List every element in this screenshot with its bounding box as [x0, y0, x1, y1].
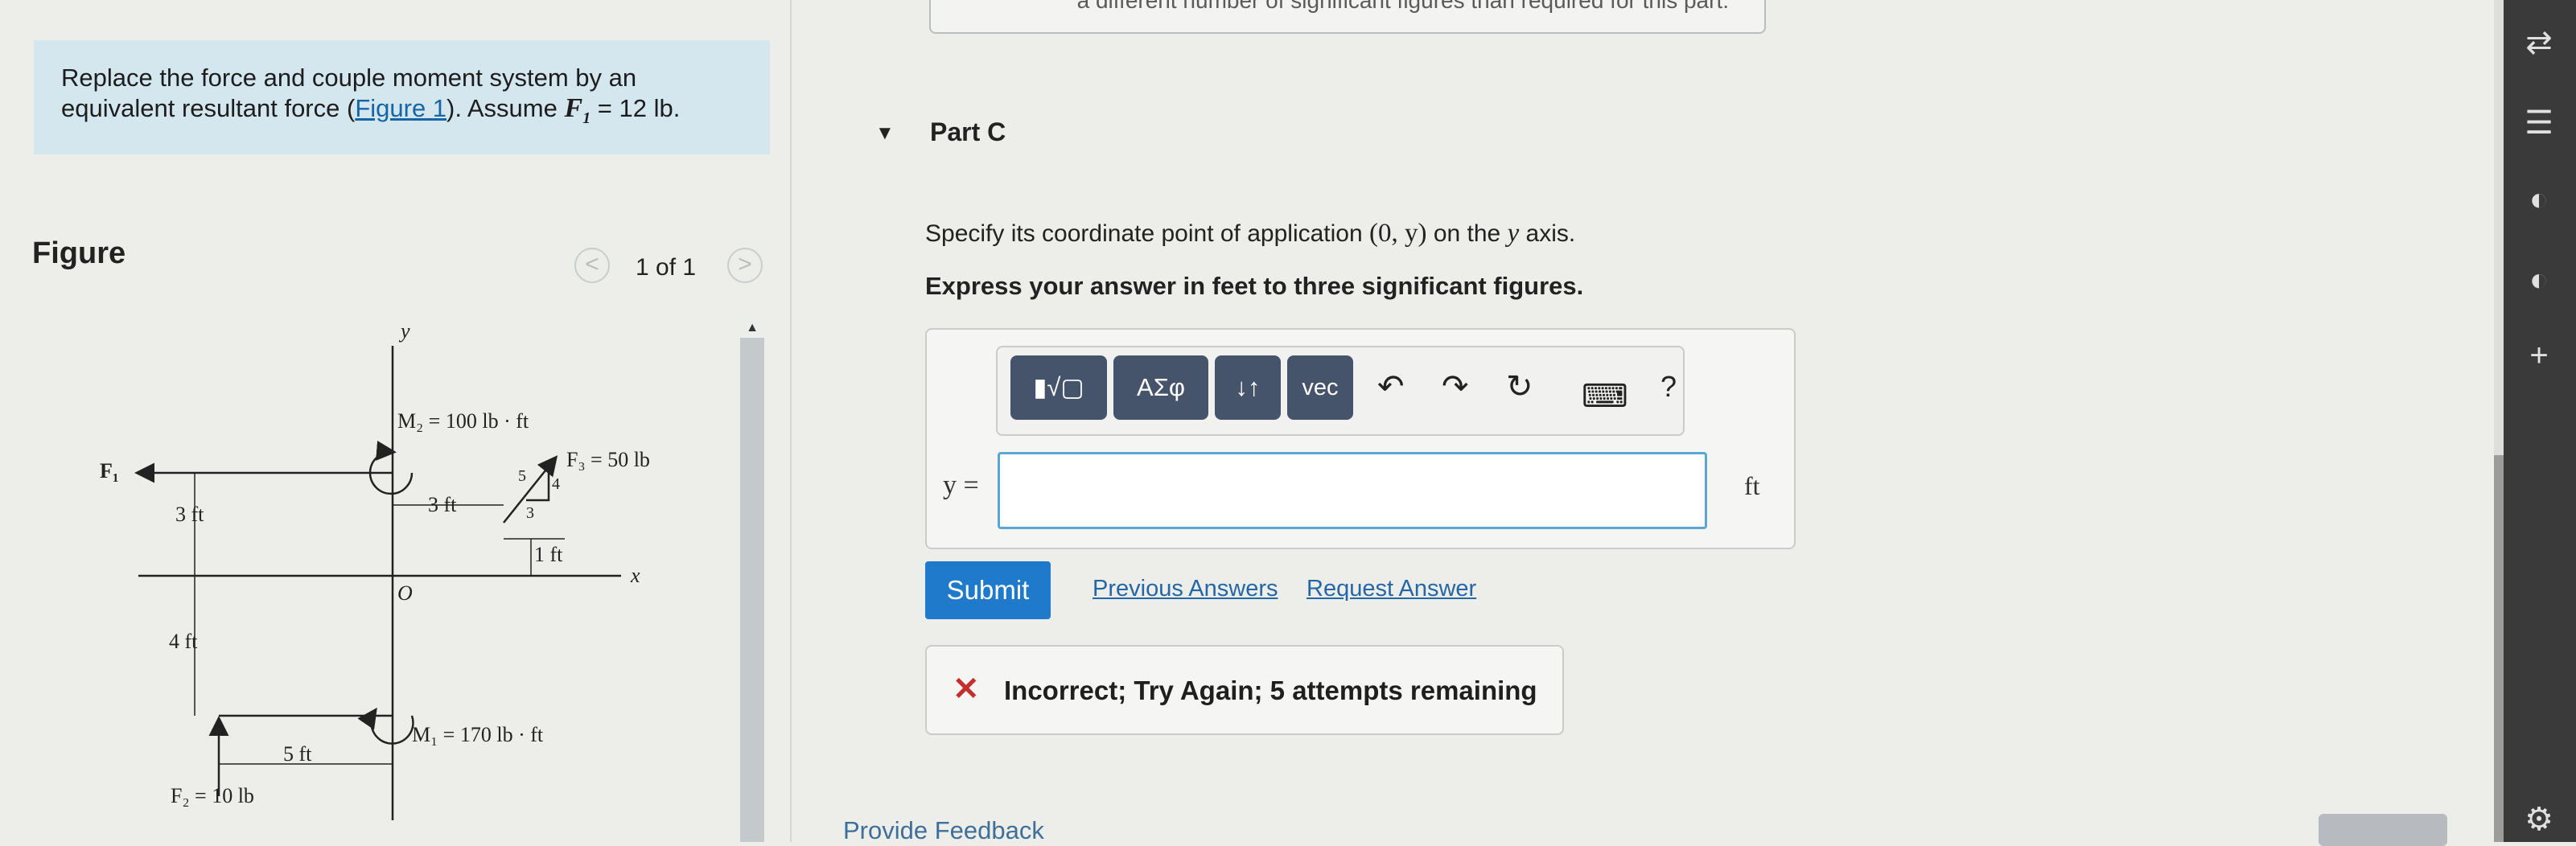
- triangle-3-label: 3: [526, 504, 534, 522]
- dim-5ft: 5 ft: [283, 742, 312, 766]
- add-icon[interactable]: +: [2516, 338, 2562, 374]
- y-axis-label: y: [398, 319, 410, 343]
- problem-var: F1: [564, 93, 591, 127]
- answer-format-instruction: Express your answer in feet to three sig…: [925, 272, 1584, 300]
- dim-1ft: 1 ft: [534, 543, 563, 566]
- figure-next-button[interactable]: >: [727, 248, 763, 283]
- triangle-4-label: 4: [552, 475, 560, 493]
- f2-label: F₂ = 10 lb: [171, 784, 254, 807]
- arrows-button[interactable]: ↓↑: [1215, 355, 1281, 420]
- share-icon[interactable]: ⇄: [2516, 24, 2562, 61]
- figure-title: Figure: [32, 236, 126, 270]
- triangle-5-label: 5: [518, 467, 526, 485]
- vector-button[interactable]: vec: [1287, 355, 1353, 420]
- answer-label: y =: [943, 470, 979, 500]
- panel-divider: [790, 0, 792, 842]
- answer-unit: ft: [1744, 471, 1760, 500]
- undo-icon[interactable]: ↶: [1377, 368, 1405, 405]
- figure-diagram: y x O M₂ = 100 lb · ft F₃ = 50 lb F₁ 5 4…: [100, 319, 650, 820]
- incorrect-icon: ✕: [953, 671, 980, 707]
- problem-line2-pre: equivalent resultant force (: [61, 94, 356, 122]
- dim-4ft: 4 ft: [169, 630, 198, 653]
- f3-label: F₃ = 50 lb: [566, 448, 650, 471]
- dim-3ft-mid: 3 ft: [428, 493, 457, 516]
- notes-icon[interactable]: ☰: [2516, 105, 2562, 142]
- request-answer-link[interactable]: Request Answer: [1307, 576, 1476, 602]
- figure-prev-button[interactable]: <: [574, 248, 610, 283]
- problem-line1: Replace the force and couple moment syst…: [61, 64, 637, 92]
- keyboard-icon[interactable]: ⌨: [1582, 378, 1628, 415]
- reset-icon[interactable]: ↻: [1506, 368, 1533, 405]
- slope-triangle: [526, 471, 550, 502]
- redo-icon[interactable]: ↷: [1442, 368, 1469, 405]
- templates-button[interactable]: ▮√▢: [1010, 355, 1107, 420]
- part-collapse-icon[interactable]: ▼: [875, 122, 895, 145]
- figure-scroll-up-icon[interactable]: ▲: [740, 318, 764, 338]
- origin-label: O: [397, 581, 413, 605]
- help-icon[interactable]: ?: [1660, 370, 1677, 404]
- figure-link[interactable]: Figure 1: [355, 94, 446, 122]
- answer-input[interactable]: [998, 452, 1707, 529]
- next-button[interactable]: [2319, 814, 2447, 846]
- previous-answers-link[interactable]: Previous Answers: [1093, 576, 1278, 602]
- greek-symbols-button[interactable]: ΑΣφ: [1113, 355, 1208, 420]
- feedback-message: Incorrect; Try Again; 5 attempts remaini…: [1004, 676, 1537, 705]
- part-title[interactable]: Part C: [930, 117, 1006, 147]
- provide-feedback-link[interactable]: Provide Feedback: [843, 816, 1044, 845]
- part-instruction: Specify its coordinate point of applicat…: [925, 219, 1576, 248]
- previous-part-hint: a different number of significant figure…: [929, 0, 1766, 34]
- submit-button[interactable]: Submit: [925, 561, 1051, 619]
- dim-3ft-left: 3 ft: [175, 503, 204, 526]
- problem-line2-post: = 12 lb.: [591, 94, 681, 122]
- extension-icon-2[interactable]: ◐: [2516, 262, 2562, 298]
- settings-icon[interactable]: ⚙: [2516, 801, 2562, 838]
- m2-label: M₂ = 100 lb · ft: [397, 409, 529, 433]
- figure-scrollbar[interactable]: [740, 322, 764, 842]
- x-axis-label: x: [630, 564, 640, 587]
- m1-label: M₁ = 170 lb · ft: [412, 723, 544, 746]
- problem-line2-mid: ). Assume: [446, 94, 565, 122]
- f1-label: F₁: [100, 459, 119, 483]
- extension-icon-1[interactable]: ◐: [2516, 182, 2562, 218]
- figure-counter: 1 of 1: [636, 254, 697, 281]
- problem-statement: Replace the force and couple moment syst…: [34, 40, 770, 154]
- page-scrollbar-thumb[interactable]: [2494, 455, 2504, 842]
